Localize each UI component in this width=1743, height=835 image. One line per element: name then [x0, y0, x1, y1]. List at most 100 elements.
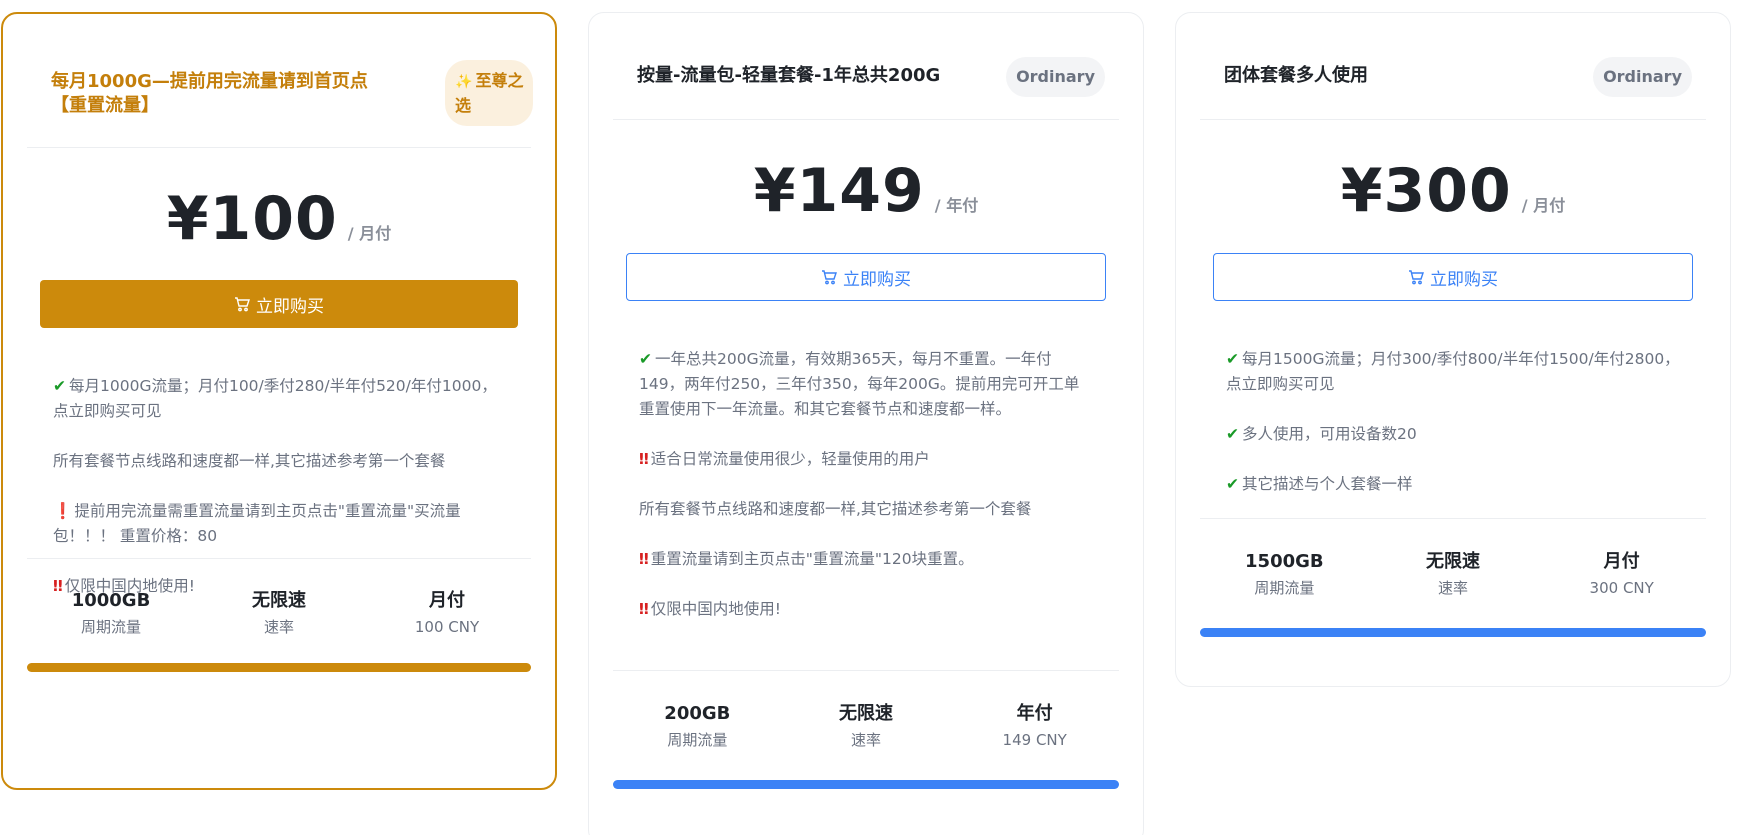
cart-icon [822, 270, 837, 285]
stat-traffic: 1500GB 周期流量 [1200, 549, 1369, 601]
price-period: / 年付 [934, 196, 979, 215]
feature-list: ✔ 每月1500G流量；月付300/季付800/半年付1500/年付2800，点立… [1226, 347, 1680, 522]
stat-label: 速率 [851, 731, 882, 749]
feature-text: 仅限中国内地使用! [650, 600, 781, 618]
stat-value: 年付 [1016, 703, 1053, 724]
stat-speed: 无限速 速率 [195, 588, 363, 640]
plan-stats: 200GB 周期流量 无限速速率 年付 149 CNY [613, 701, 1119, 753]
price-amount: ¥149 [753, 156, 925, 226]
feature-text: 多人使用，可用设备数20 [1242, 425, 1417, 443]
plan-badge: Ordinary [1593, 57, 1692, 97]
plan-header: 团体套餐多人使用 Ordinary [1200, 13, 1706, 120]
feature-item: ‼ 重置流量请到主页点击"重置流量"120块重置。 [639, 547, 1093, 572]
check-icon: ✔ [53, 377, 66, 395]
plan-card: 按量-流量包-轻量套餐-1年总共200G Ordinary ¥149 / 年付 立… [588, 12, 1144, 835]
stat-billing: 月付 100 CNY [363, 588, 531, 640]
feature-item: ✔ 每月1500G流量；月付300/季付800/半年付1500/年付2800，点立… [1226, 347, 1680, 397]
price-amount: ¥300 [1340, 156, 1512, 226]
feature-item: ❗ 提前用完流量需重置流量请到主页点击"重置流量"买流量包！！！ 重置价格：80 [53, 499, 505, 549]
stat-value: 1500GB [1245, 551, 1324, 572]
stat-label: 149 CNY [1002, 731, 1067, 749]
buy-now-label: 立即购买 [1430, 269, 1498, 290]
plan-stats: 1500GB 周期流量 无限速速率 月付 300 CNY [1200, 549, 1706, 601]
stat-label: 速率 [1438, 579, 1469, 597]
plan-price: ¥149 / 年付 [589, 156, 1143, 226]
stat-value: 无限速 [839, 703, 893, 724]
plan-price: ¥100 / 月付 [3, 184, 555, 254]
buy-now-button[interactable]: 立即购买 [626, 253, 1106, 301]
feature-text: 所有套餐节点线路和速度都一样,其它描述参考第一个套餐 [53, 452, 446, 470]
feature-list: ✔ 每月1000G流量；月付100/季付280/半年付520/年付1000，点立即… [53, 374, 505, 624]
price-amount: ¥100 [166, 184, 338, 254]
stat-speed: 无限速 速率 [1369, 549, 1538, 601]
stat-label: 周期流量 [80, 618, 141, 636]
check-icon: ✔ [1226, 350, 1239, 368]
exclamation-icon: ❗ [53, 502, 73, 520]
stat-label: 300 CNY [1589, 579, 1654, 597]
check-icon: ✔ [1226, 425, 1239, 443]
plan-header: 每月1000G—提前用完流量请到首页点【重置流量】 ✨ 至尊之选 [27, 14, 533, 148]
divider [1200, 518, 1706, 519]
plan-title: 团体套餐多人使用 [1224, 65, 1368, 86]
plans-grid: 每月1000G—提前用完流量请到首页点【重置流量】 ✨ 至尊之选 ¥100 / 月付… [0, 0, 1743, 835]
buy-now-button[interactable]: 立即购买 [1213, 253, 1693, 301]
feature-list: ✔ 一年总共200G流量，有效期365天，每月不重置。一年付149，两年付250，… [639, 347, 1093, 647]
plan-price: ¥300 / 月付 [1176, 156, 1730, 226]
price-period: / 月付 [347, 224, 392, 243]
stat-label: 100 CNY [414, 618, 480, 636]
feature-item: 所有套餐节点线路和速度都一样,其它描述参考第一个套餐 [53, 449, 505, 474]
plan-title: 按量-流量包-轻量套餐-1年总共200G [637, 65, 941, 86]
feature-item: ✔ 多人使用，可用设备数20 [1226, 422, 1680, 447]
feature-item: ‼ 仅限中国内地使用! [639, 597, 1093, 622]
feature-item: ‼ 适合日常流量使用很少，轻量使用的用户 [639, 447, 1093, 472]
stat-value: 无限速 [252, 590, 306, 611]
plan-stats: 1000GB 周期流量 无限速速率 月付 100 CNY [27, 588, 531, 640]
buy-now-label: 立即购买 [256, 296, 324, 317]
usage-bar [1200, 628, 1706, 637]
buy-now-button[interactable]: 立即购买 [40, 280, 518, 328]
feature-item: ✔ 其它描述与个人套餐一样 [1226, 472, 1680, 497]
check-icon: ✔ [639, 350, 652, 368]
feature-text: 适合日常流量使用很少，轻量使用的用户 [650, 450, 930, 468]
feature-text: 每月1500G流量；月付300/季付800/半年付1500/年付2800，点立即… [1226, 350, 1680, 393]
cart-icon [1409, 270, 1424, 285]
double-exclamation-icon: ‼ [639, 600, 649, 618]
stat-label: 周期流量 [1254, 579, 1315, 597]
feature-text: 提前用完流量需重置流量请到主页点击"重置流量"买流量包！！！ 重置价格：80 [53, 502, 461, 545]
cart-icon [235, 297, 250, 312]
stat-label: 速率 [263, 618, 294, 636]
stat-traffic: 200GB 周期流量 [613, 701, 782, 753]
feature-text: 每月1000G流量；月付100/季付280/半年付520/年付1000，点立即购… [53, 377, 497, 420]
plan-header: 按量-流量包-轻量套餐-1年总共200G Ordinary [613, 13, 1119, 120]
stat-billing: 月付 300 CNY [1537, 549, 1706, 601]
double-exclamation-icon: ‼ [639, 550, 649, 568]
usage-bar [27, 663, 531, 672]
stat-value: 月付 [429, 590, 465, 611]
stat-traffic: 1000GB 周期流量 [27, 588, 195, 640]
usage-bar [613, 780, 1119, 789]
price-period: / 月付 [1521, 196, 1566, 215]
feature-text: 重置流量请到主页点击"重置流量"120块重置。 [650, 550, 974, 568]
feature-text: 一年总共200G流量，有效期365天，每月不重置。一年付149，两年付250，三… [639, 350, 1080, 418]
stat-value: 1000GB [71, 590, 151, 611]
stat-label: 周期流量 [667, 731, 728, 749]
stat-billing: 年付 149 CNY [950, 701, 1119, 753]
stat-value: 月付 [1603, 551, 1640, 572]
feature-text: 所有套餐节点线路和速度都一样,其它描述参考第一个套餐 [639, 500, 1032, 518]
feature-item: ✔ 一年总共200G流量，有效期365天，每月不重置。一年付149，两年付250，… [639, 347, 1093, 422]
plan-card: 团体套餐多人使用 Ordinary ¥300/ 月付 立即购买 ✔ 每月1500G… [1175, 12, 1731, 687]
premium-badge: ✨ 至尊之选 [445, 60, 533, 126]
divider [27, 558, 531, 559]
check-icon: ✔ [1226, 475, 1239, 493]
plan-title: 每月1000G—提前用完流量请到首页点【重置流量】 [51, 71, 368, 116]
feature-item: ✔ 每月1000G流量；月付100/季付280/半年付520/年付1000，点立即… [53, 374, 505, 424]
plan-card-featured: 每月1000G—提前用完流量请到首页点【重置流量】 ✨ 至尊之选 ¥100 / 月付… [1, 12, 557, 790]
double-exclamation-icon: ‼ [639, 450, 649, 468]
sparkle-icon: ✨ [455, 74, 473, 90]
stat-speed: 无限速 速率 [782, 701, 951, 753]
plan-badge: Ordinary [1006, 57, 1105, 97]
buy-now-label: 立即购买 [843, 269, 911, 290]
divider [613, 670, 1119, 671]
feature-item: 所有套餐节点线路和速度都一样,其它描述参考第一个套餐 [639, 497, 1093, 522]
stat-value: 无限速 [1426, 551, 1480, 572]
